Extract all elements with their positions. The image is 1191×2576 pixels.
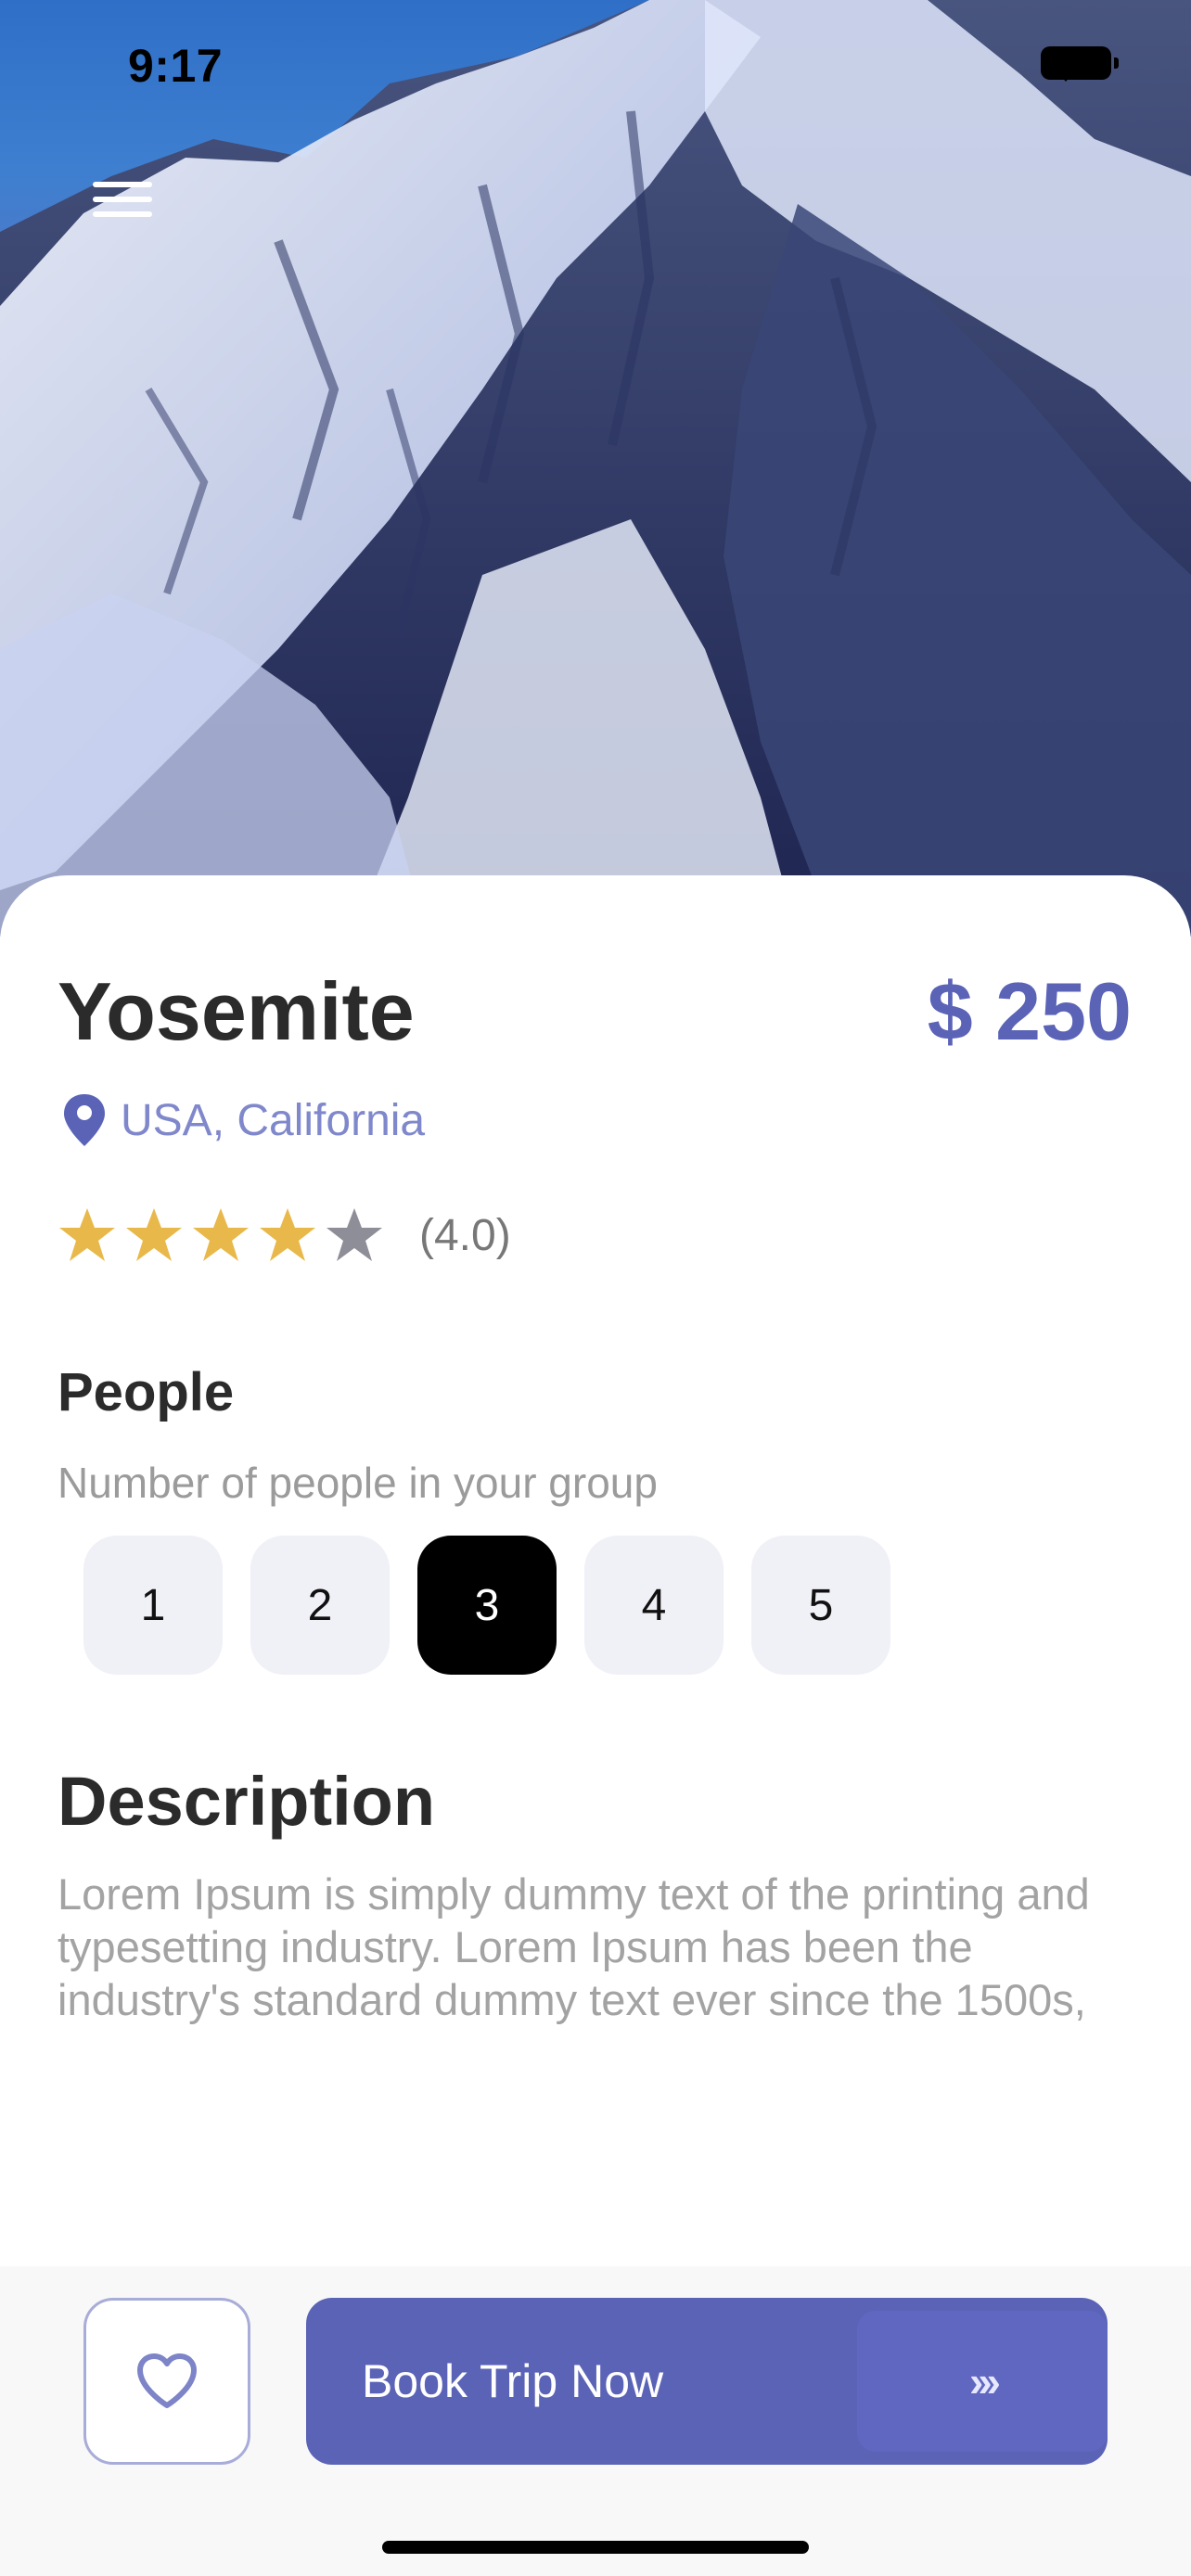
star-icon xyxy=(59,1208,115,1261)
people-option-5[interactable]: 5 xyxy=(751,1536,890,1675)
description-text: Lorem Ipsum is simply dummy text of the … xyxy=(58,1869,1090,2024)
battery-icon xyxy=(1041,46,1119,80)
status-time: 9:17 xyxy=(128,40,224,92)
star-icon-empty xyxy=(327,1208,382,1261)
people-option-4[interactable]: 4 xyxy=(584,1536,724,1675)
people-option-1[interactable]: 1 xyxy=(83,1536,223,1675)
star-icon xyxy=(193,1208,249,1261)
hero-image: 9:17 xyxy=(0,0,1191,937)
location-text: USA, California xyxy=(121,1095,426,1145)
arrow-right-icon: ››› xyxy=(857,2311,1108,2452)
arrow-glyphs: ››› xyxy=(969,2357,1001,2405)
people-selector: 1 2 3 4 5 xyxy=(83,1536,890,1675)
star-icon xyxy=(260,1208,315,1261)
trip-title: Yosemite xyxy=(58,965,415,1057)
book-trip-button[interactable]: Book Trip Now ››› xyxy=(306,2298,1108,2465)
home-indicator[interactable] xyxy=(382,2541,809,2554)
heart-icon xyxy=(137,2353,197,2408)
star-rating: (4.0) xyxy=(58,1205,511,1265)
trip-price: $ 250 xyxy=(927,965,1132,1057)
description-title: Description xyxy=(58,1763,436,1840)
favorite-button[interactable] xyxy=(83,2298,250,2465)
star-icon xyxy=(126,1208,182,1261)
mountain-illustration xyxy=(0,0,1191,937)
people-title: People xyxy=(58,1362,235,1422)
status-icons xyxy=(1041,46,1119,82)
location-pin-icon xyxy=(64,1094,105,1146)
rating-text: (4.0) xyxy=(419,1210,511,1260)
menu-icon[interactable] xyxy=(93,182,152,224)
people-subtitle: Number of people in your group xyxy=(58,1459,658,1507)
trip-location: USA, California xyxy=(61,1092,425,1148)
people-option-2[interactable]: 2 xyxy=(250,1536,390,1675)
people-option-3[interactable]: 3 xyxy=(417,1536,557,1675)
trip-detail-screen: 9:17 Yosemite $ 250 USA, California (4.0… xyxy=(0,0,1191,2576)
book-trip-label: Book Trip Now xyxy=(362,2355,664,2407)
